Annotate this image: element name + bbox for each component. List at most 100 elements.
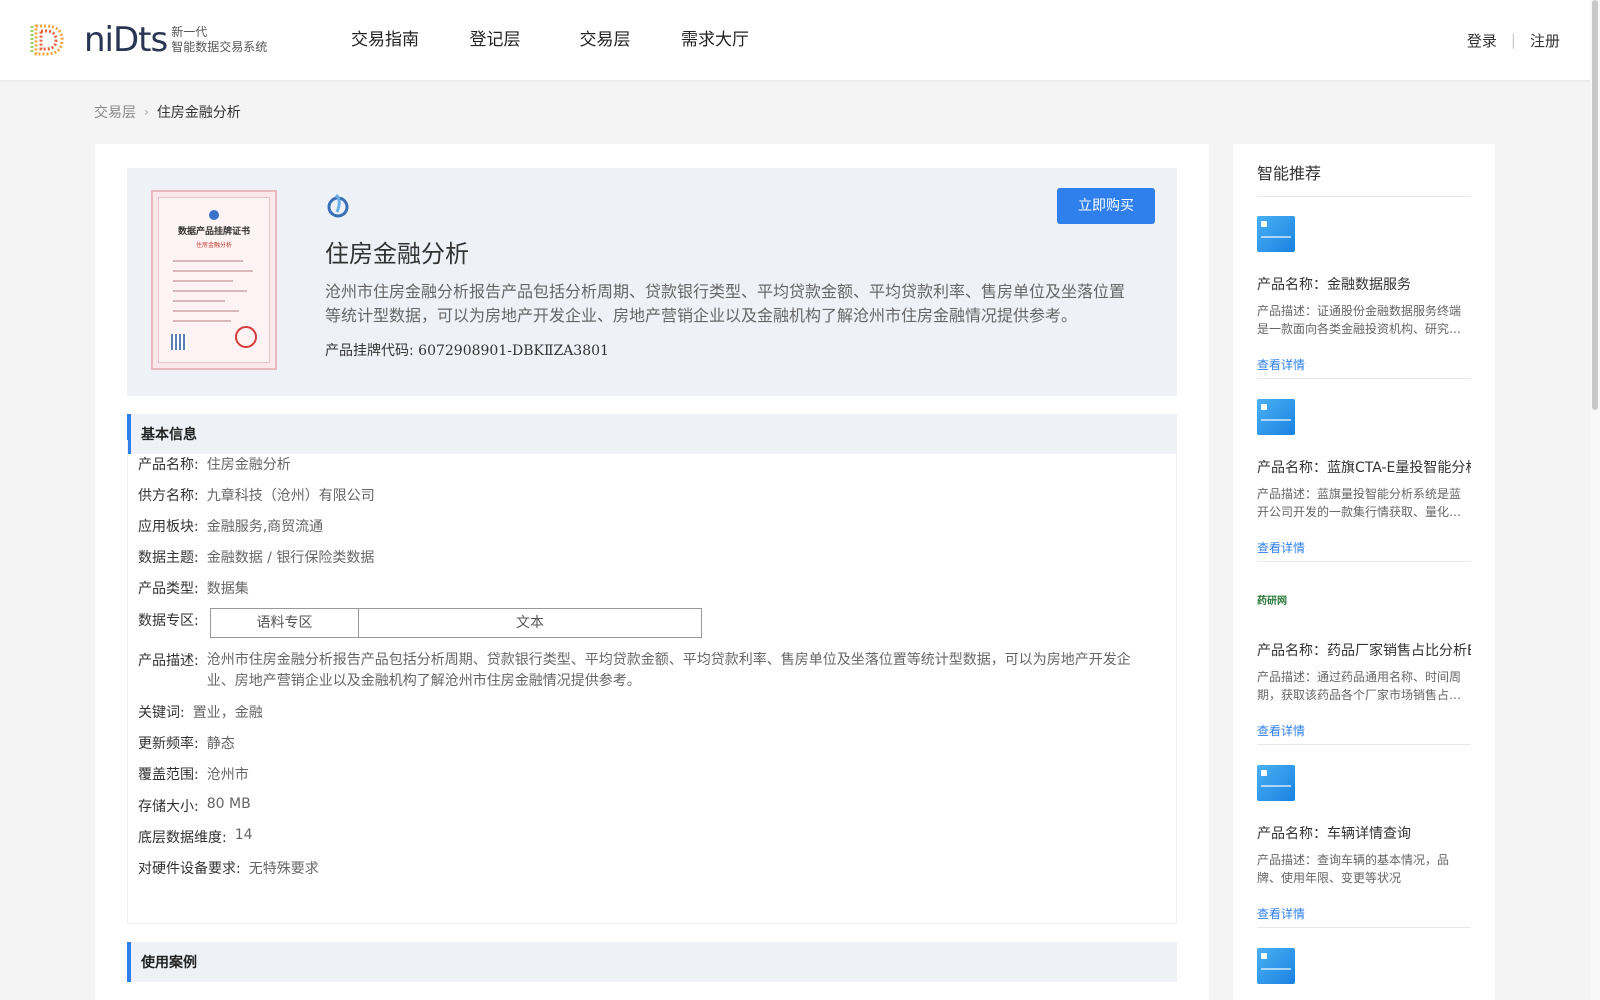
supplier-logo-icon xyxy=(327,193,349,218)
view-details-link[interactable]: 查看详情 xyxy=(1257,356,1305,373)
product-description: 沧州市住房金融分析报告产品包括分析周期、贷款银行类型、平均贷款金额、平均贷款利率… xyxy=(325,282,1126,325)
certificate-seal-icon xyxy=(235,326,257,348)
info-row-frequency: 更新频率: 静态 xyxy=(138,733,235,753)
coverage-label: 覆盖范围: xyxy=(138,767,199,783)
logo-sub-line1: 新一代 xyxy=(171,25,208,39)
info-row-zone: 数据专区: xyxy=(138,610,199,630)
breadcrumb: 交易层 › 住房金融分析 xyxy=(94,102,241,122)
scrollbar-thumb[interactable] xyxy=(1592,0,1598,410)
size-label: 存储大小: xyxy=(138,799,199,815)
zone-cell-category: 语料专区 xyxy=(211,609,359,637)
supplier-value: 九章科技（沧州）有限公司 xyxy=(206,488,375,504)
rec-product-name: 产品名称：药品厂家销售占比分析E xyxy=(1257,643,1471,659)
coverage-value: 沧州市 xyxy=(206,767,249,783)
rec-product-desc: 产品描述：蓝旗量投智能分析系统是蓝开公司开发的一款集行情获取、量化… xyxy=(1257,487,1462,519)
product-thumbnail-icon xyxy=(1257,948,1295,984)
data-zone-table: 语料专区 文本 xyxy=(210,608,702,638)
zone-cell-type: 文本 xyxy=(516,615,544,631)
view-details-link[interactable]: 查看详情 xyxy=(1257,722,1305,739)
info-row-coverage: 覆盖范围: 沧州市 xyxy=(138,764,249,784)
brand-logo-icon: 药研网 xyxy=(1257,596,1287,607)
sidebar-divider xyxy=(1257,378,1471,379)
info-row-topic: 数据主题: 金融数据 / 银行保险类数据 xyxy=(138,547,374,567)
auth-links: 登录 | 注册 xyxy=(1467,0,1560,80)
info-row-supplier: 供方名称: 九章科技（沧州）有限公司 xyxy=(138,485,375,505)
rec-product-desc: 产品描述：查询车辆的基本情况，品牌、使用年限、变更等状况 xyxy=(1257,853,1450,885)
rec-product-name: 产品名称：金融数据服务 xyxy=(1257,277,1411,293)
top-header: niDts 新一代 智能数据交易系统 交易指南 登记层 交易层 需求大厅 登录 … xyxy=(0,0,1600,80)
sidebar-divider xyxy=(1257,196,1471,197)
use-cases-header: 使用案例 xyxy=(127,942,1177,982)
listing-certificate-image[interactable]: 数据产品挂牌证书 住房金融分析 xyxy=(151,190,277,370)
product-thumbnail-icon xyxy=(1257,399,1295,435)
sector-label: 应用板块: xyxy=(138,519,199,535)
sidebar-divider xyxy=(1257,744,1471,745)
sidebar-divider xyxy=(1257,561,1471,562)
breadcrumb-parent[interactable]: 交易层 xyxy=(94,102,136,122)
sector-value: 金融服务,商贸流通 xyxy=(206,519,324,535)
view-details-link[interactable]: 查看详情 xyxy=(1257,539,1305,556)
info-row-sector: 应用板块: 金融服务,商贸流通 xyxy=(138,516,323,536)
zone-label: 数据专区: xyxy=(138,613,199,629)
sidebar-title: 智能推荐 xyxy=(1257,164,1322,183)
chevron-right-icon: › xyxy=(144,105,149,119)
size-value: 80 MB xyxy=(206,796,251,812)
info-row-size: 存储大小: 80 MB xyxy=(138,796,251,816)
product-thumbnail-icon xyxy=(1257,765,1295,801)
rec-product-name: 产品名称：车辆详情查询 xyxy=(1257,826,1411,842)
nav-item-trading[interactable]: 交易层 xyxy=(550,0,660,80)
topic-label: 数据主题: xyxy=(138,550,199,566)
dim-value: 14 xyxy=(234,827,253,843)
nav-item-demand-hall[interactable]: 需求大厅 xyxy=(660,0,770,80)
login-link[interactable]: 登录 xyxy=(1467,30,1497,51)
dim-label: 底层数据维度: xyxy=(138,830,227,846)
product-hero: 数据产品挂牌证书 住房金融分析 住房金融分析 沧州市住房金融分析报告产品包括分析… xyxy=(127,168,1177,396)
name-value: 住房金融分析 xyxy=(206,457,291,473)
product-detail-card: 数据产品挂牌证书 住房金融分析 住房金融分析 沧州市住房金融分析报告产品包括分析… xyxy=(95,144,1209,1000)
keywords-label: 关键词: xyxy=(138,705,185,721)
certificate-title: 数据产品挂牌证书 xyxy=(177,227,250,237)
supplier-label: 供方名称: xyxy=(138,488,199,504)
main-nav: 交易指南 登记层 交易层 需求大厅 xyxy=(330,0,770,80)
type-label: 产品类型: xyxy=(138,581,199,597)
rec-product-desc: 产品描述：证通股份金融数据服务终端是一款面向各类金融投资机构、研究… xyxy=(1257,304,1462,336)
info-row-keywords: 关键词: 置业，金融 xyxy=(138,702,263,722)
info-row-hardware: 对硬件设备要求: 无特殊要求 xyxy=(138,858,319,878)
view-details-link[interactable]: 查看详情 xyxy=(1257,905,1305,922)
site-logo[interactable]: niDts 新一代 智能数据交易系统 xyxy=(28,18,268,62)
certificate-subtitle: 住房金融分析 xyxy=(195,242,232,249)
auth-separator: | xyxy=(1510,31,1516,49)
buy-now-button[interactable]: 立即购买 xyxy=(1057,188,1155,224)
name-label: 产品名称: xyxy=(138,457,199,473)
rec-product-desc: 产品描述：通过药品通用名称、时间周期，获取该药品各个厂家市场销售占… xyxy=(1257,670,1462,702)
logo-text: niDts xyxy=(84,20,168,60)
freq-label: 更新频率: xyxy=(138,736,199,752)
info-row-dimension: 底层数据维度: 14 xyxy=(138,827,253,847)
page-scrollbar[interactable] xyxy=(1590,0,1600,1000)
nav-item-guide[interactable]: 交易指南 xyxy=(330,0,440,80)
product-listing-code: 产品挂牌代码: 6072908901-DBKⅡZA3801 xyxy=(325,340,609,360)
info-row-description: 产品描述: 沧州市住房金融分析报告产品包括分析周期、贷款银行类型、平均贷款金额、… xyxy=(138,650,1157,692)
register-link[interactable]: 注册 xyxy=(1530,30,1560,51)
rec-product-name: 产品名称：蓝旗CTA-E量投智能分析 xyxy=(1257,460,1471,476)
listing-code-value: 6072908901-DBKⅡZA3801 xyxy=(418,343,609,359)
hw-label: 对硬件设备要求: xyxy=(138,861,241,877)
certificate-logo-icon xyxy=(209,210,219,220)
product-thumbnail-icon xyxy=(1257,216,1295,252)
nav-item-registry[interactable]: 登记层 xyxy=(440,0,550,80)
logo-subtitle: 新一代 智能数据交易系统 xyxy=(171,25,267,55)
logo-sub-line2: 智能数据交易系统 xyxy=(171,40,268,54)
keywords-value: 置业，金融 xyxy=(192,705,263,721)
topic-value: 金融数据 / 银行保险类数据 xyxy=(206,550,375,566)
certificate-qr-icon xyxy=(171,334,187,350)
logo-mark-icon xyxy=(30,24,64,56)
product-title: 住房金融分析 xyxy=(325,240,469,268)
desc-value: 沧州市住房金融分析报告产品包括分析周期、贷款银行类型、平均贷款金额、平均贷款利率… xyxy=(206,652,1131,689)
sidebar-divider xyxy=(1257,927,1471,928)
basic-info-panel: 产品名称: 住房金融分析 供方名称: 九章科技（沧州）有限公司 应用板块: 金融… xyxy=(127,440,1177,924)
freq-value: 静态 xyxy=(206,736,235,752)
recommendation-sidebar: 智能推荐 产品名称：金融数据服务 产品描述：证通股份金融数据服务终端是一款面向各… xyxy=(1233,144,1495,1000)
desc-label: 产品描述: xyxy=(138,653,199,669)
listing-code-label: 产品挂牌代码: xyxy=(325,343,414,359)
breadcrumb-current: 住房金融分析 xyxy=(156,105,241,121)
